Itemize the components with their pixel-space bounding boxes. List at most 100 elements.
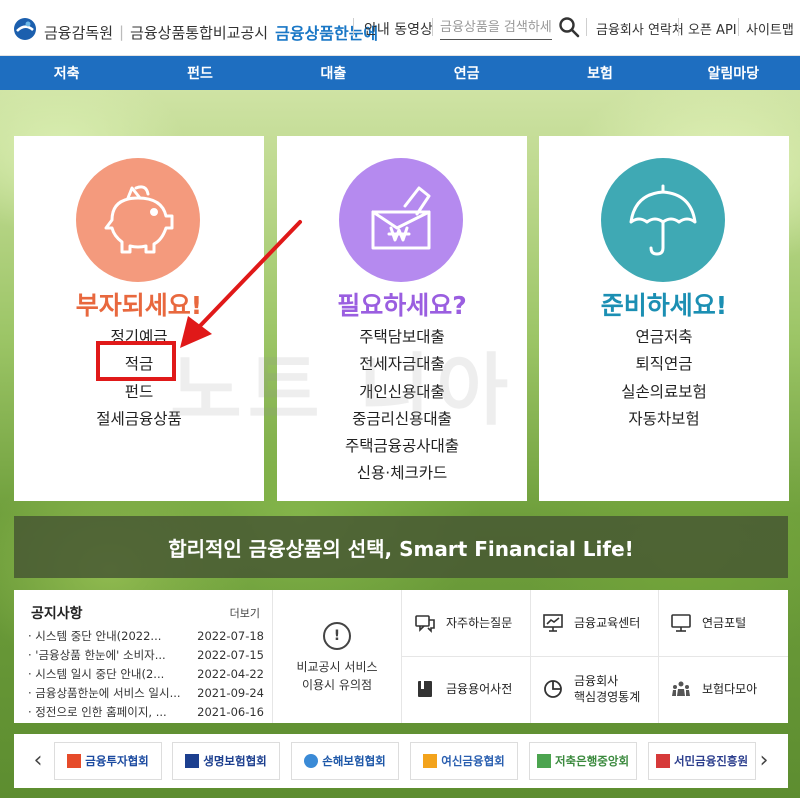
notice-item-title: · 정전으로 인한 홈페이지, ... xyxy=(28,705,167,719)
link-jeonse-loan[interactable]: 전세자금대출 xyxy=(277,351,527,378)
caution-line-1: 비교공시 서비스 xyxy=(296,660,378,674)
service-caution[interactable]: ! 비교공시 서비스 이용시 유의점 xyxy=(272,590,402,723)
link-car-insurance[interactable]: 자동차보험 xyxy=(539,406,789,433)
link-tax-saving-products[interactable]: 절세금융상품 xyxy=(14,406,264,433)
quick-faq[interactable]: 자주하는질문 xyxy=(402,590,530,656)
notice-more-link[interactable]: 더보기 xyxy=(230,605,260,621)
caution-label: 비교공시 서비스 이용시 유의점 xyxy=(273,658,401,694)
header-divider xyxy=(586,18,587,36)
umbrella-icon xyxy=(629,184,697,256)
card-pension: 준비하세요! 연금저축 퇴직연금 실손의료보험 자동차보험 xyxy=(539,136,789,501)
company-contact-link[interactable]: 금융회사 연락처 xyxy=(596,19,684,38)
header-divider xyxy=(738,18,739,36)
piggy-bank-icon xyxy=(104,185,174,254)
card-circle-loans[interactable] xyxy=(339,158,463,282)
partner-logo-icon xyxy=(304,754,319,768)
nav-insurance[interactable]: 보험 xyxy=(533,56,666,90)
partner-logo-icon xyxy=(185,754,200,768)
quick-glossary[interactable]: 금융용어사전 xyxy=(402,656,530,722)
search-input[interactable] xyxy=(440,16,552,40)
pie-chart-icon xyxy=(544,680,562,698)
quick-label: 보험다모아 xyxy=(702,682,758,696)
book-icon xyxy=(418,681,432,697)
highlight-box xyxy=(96,341,176,381)
site-logo[interactable]: 금융감독원 | 금융상품통합비교공시 금융상품한눈에 xyxy=(44,20,378,44)
chevron-left-icon[interactable]: ‹ xyxy=(28,748,48,773)
nav-notice[interactable]: 알림마당 xyxy=(667,56,800,90)
brand-name: 금융상품한눈에 xyxy=(275,24,379,43)
won-envelope-icon xyxy=(371,186,431,250)
partner-klia[interactable]: 생명보험협회 xyxy=(172,742,280,780)
link-retirement-pension[interactable]: 퇴직연금 xyxy=(539,351,789,378)
header-divider xyxy=(432,18,433,36)
caution-line-2: 이용시 유의점 xyxy=(301,678,373,692)
partner-logo-icon xyxy=(536,754,551,768)
logo-separator: | xyxy=(119,23,125,41)
link-fund[interactable]: 펀드 xyxy=(14,379,264,406)
link-mortgage-loan[interactable]: 주택담보대출 xyxy=(277,324,527,351)
partner-kinfa[interactable]: 서민금융진흥원 xyxy=(648,742,756,780)
notice-item[interactable]: · 시스템 중단 안내(2022... 2022-07-18 xyxy=(28,627,264,646)
quick-label: 금융회사 핵심경영통계 xyxy=(574,674,641,704)
link-cards[interactable]: 신용·체크카드 xyxy=(277,460,527,487)
card-circle-savings[interactable] xyxy=(76,158,200,282)
notice-item-date: 2021-06-16 xyxy=(197,705,264,719)
nav-loan[interactable]: 대출 xyxy=(267,56,400,90)
notice-item-date: 2022-07-18 xyxy=(197,629,264,643)
partner-bar: ‹ 금융투자협회 생명보험협회 손해보험협회 여신금융협회 저축은행중앙회 서민… xyxy=(14,734,788,788)
guide-video-link[interactable]: 안내 동영상 xyxy=(364,19,433,39)
fss-logo-icon[interactable] xyxy=(13,17,37,41)
partner-name: 서민금융진흥원 xyxy=(673,754,749,768)
notice-item-title: · 시스템 중단 안내(2022... xyxy=(28,629,162,643)
header-divider xyxy=(678,18,679,36)
quick-insurance-damoa[interactable]: 보험다모아 xyxy=(658,656,786,722)
link-medical-insurance[interactable]: 실손의료보험 xyxy=(539,379,789,406)
quick-management-stats[interactable]: 금융회사 핵심경영통계 xyxy=(530,656,658,722)
notice-item[interactable]: · 시스템 일시 중단 안내(2... 2022-04-22 xyxy=(28,665,264,684)
partner-logo-icon xyxy=(655,754,670,768)
nav-pension[interactable]: 연금 xyxy=(400,56,533,90)
search-icon[interactable] xyxy=(558,16,580,38)
notice-item-date: 2022-07-15 xyxy=(197,648,264,662)
service-name: 금융상품통합비교공시 xyxy=(130,23,269,42)
main-nav: 저축 펀드 대출 연금 보험 알림마당 xyxy=(0,56,800,90)
quick-label: 금융용어사전 xyxy=(446,682,513,696)
notice-item[interactable]: · 금융상품한눈에 서비스 일시... 2021-09-24 xyxy=(28,684,264,703)
notice-item-title: · 금융상품한눈에 서비스 일시... xyxy=(28,686,181,700)
sitemap-link[interactable]: 사이트맵 xyxy=(746,19,794,38)
partner-gnia[interactable]: 손해보험협회 xyxy=(291,742,399,780)
open-api-link[interactable]: 오픈 API xyxy=(688,19,737,38)
people-icon xyxy=(672,681,690,696)
nav-savings[interactable]: 저축 xyxy=(0,56,133,90)
quick-label: 자주하는질문 xyxy=(446,616,513,630)
card-savings: 부자되세요! 정기예금 적금 펀드 절세금융상품 xyxy=(14,136,264,501)
partner-fsb[interactable]: 저축은행중앙회 xyxy=(529,742,637,780)
slogan-banner: 합리적인 금융상품의 선택, Smart Financial Life! xyxy=(14,516,788,578)
partner-logo-icon xyxy=(67,754,82,768)
link-mid-rate-loan[interactable]: 중금리신용대출 xyxy=(277,406,527,433)
notice-item-date: 2022-04-22 xyxy=(197,667,264,681)
partner-name: 생명보험협회 xyxy=(203,754,267,768)
header-divider xyxy=(353,18,354,36)
link-personal-credit-loan[interactable]: 개인신용대출 xyxy=(277,379,527,406)
quick-pension-portal[interactable]: 연금포털 xyxy=(658,590,786,656)
card-title-pension: 준비하세요! xyxy=(600,291,728,320)
card-circle-pension[interactable] xyxy=(601,158,725,282)
notice-item[interactable]: · '금융상품 한눈에' 소비자... 2022-07-15 xyxy=(28,646,264,665)
nav-fund[interactable]: 펀드 xyxy=(133,56,266,90)
chevron-right-icon[interactable]: › xyxy=(754,748,774,773)
partner-name: 저축은행중앙회 xyxy=(554,754,630,768)
info-panel: 공지사항 더보기 · 시스템 중단 안내(2022... 2022-07-18 ·… xyxy=(14,590,788,723)
card-loans: 필요하세요? 주택담보대출 전세자금대출 개인신용대출 중금리신용대출 주택금융… xyxy=(277,136,527,501)
partner-crefia[interactable]: 여신금융협회 xyxy=(410,742,518,780)
link-pension-savings[interactable]: 연금저축 xyxy=(539,324,789,351)
link-housing-finance-loan[interactable]: 주택금융공사대출 xyxy=(277,433,527,460)
partner-name: 금융투자협회 xyxy=(85,754,149,768)
quick-education[interactable]: 금융교육센터 xyxy=(530,590,658,656)
partner-kofia[interactable]: 금융투자협회 xyxy=(54,742,162,780)
quick-label: 금융교육센터 xyxy=(574,616,641,630)
card-title-savings: 부자되세요! xyxy=(75,291,203,320)
notice-item[interactable]: · 정전으로 인한 홈페이지, ... 2021-06-16 xyxy=(28,703,264,722)
card-title-loans: 필요하세요? xyxy=(337,291,467,320)
site-header: 금융감독원 | 금융상품통합비교공시 금융상품한눈에 안내 동영상 금융회사 연… xyxy=(0,0,800,56)
